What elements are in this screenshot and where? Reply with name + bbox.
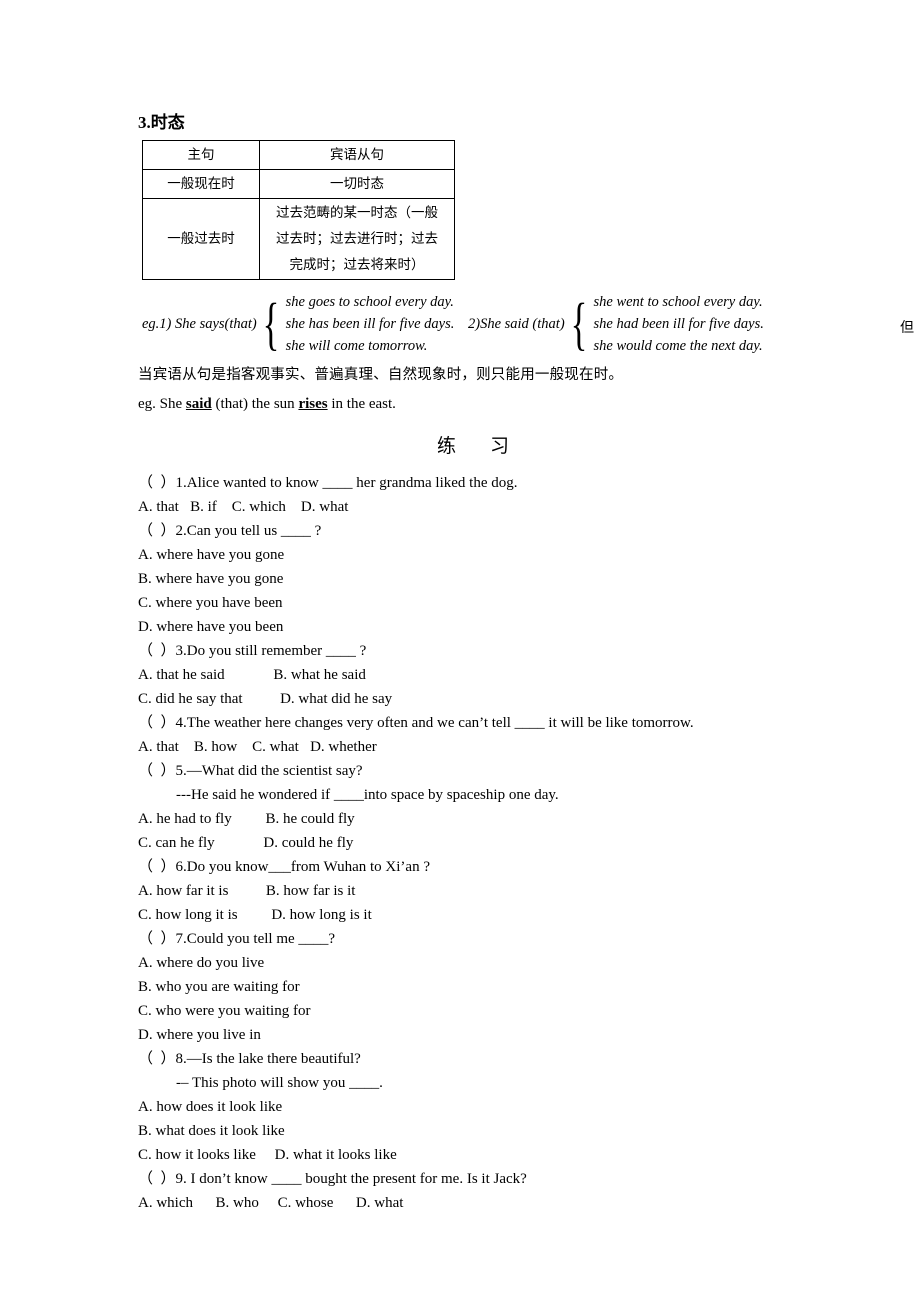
- note-english-middle: (that) the sun: [211, 396, 299, 412]
- example-item: she has been ill for five days.: [285, 316, 455, 332]
- question-options: C. where you have been: [138, 595, 283, 611]
- table-cell-main-past: 一般过去时: [142, 198, 260, 280]
- example-lead-past: 2)She said (that): [468, 315, 565, 332]
- example-item: she goes to school every day.: [285, 294, 454, 310]
- table-row: 一般现在时 一切时态: [142, 169, 455, 199]
- note-chinese: 当宾语从句是指客观事实、普遍真理、自然现象时，则只能用一般现在时。: [138, 367, 624, 383]
- question-options: C. how it looks like D. what it looks li…: [138, 1147, 397, 1163]
- example-sentences-row: eg.1) She says(that) { she goes to schoo…: [138, 291, 914, 357]
- question-substem: ---He said he wondered if ____into space…: [176, 787, 559, 803]
- question-options: C. how long it is D. how long is it: [138, 907, 372, 923]
- question-options: A. which B. who C. whose D. what: [138, 1195, 404, 1211]
- question-stem: （ ）5.—What did the scientist say?: [138, 763, 363, 779]
- question-substem: -– This photo will show you ____.: [176, 1075, 383, 1091]
- question-options: C. did he say that D. what did he say: [138, 691, 393, 707]
- example-items-past: she went to school every day. she had be…: [594, 291, 764, 357]
- question-options: A. that he said B. what he said: [138, 667, 366, 683]
- trailing-character: 但: [900, 320, 914, 336]
- note-english: eg. She said (that) the sun rises in the…: [138, 392, 838, 417]
- question-stem: （ ）2.Can you tell us ____ ?: [138, 523, 322, 539]
- note-english-suffix: in the east.: [327, 396, 396, 412]
- question-options: D. where have you been: [138, 619, 284, 635]
- question-list: （ ）1.Alice wanted to know ____ her grand…: [138, 471, 838, 1215]
- table-header-object-clause: 宾语从句: [259, 140, 455, 170]
- table-header-row: 主句 宾语从句: [142, 140, 455, 170]
- table-cell-line: 完成时；过去将来时）: [289, 257, 425, 272]
- document-content: 3.时态 主句 宾语从句 一般现在时 一切时态 一般过去时 过去范畴的某一时态（…: [138, 112, 914, 1215]
- exercise-title-left: 练: [436, 435, 456, 457]
- question-options: C. can he fly D. could he fly: [138, 835, 354, 851]
- question-stem: （ ）3.Do you still remember ____ ?: [138, 643, 367, 659]
- table-cell-line: 过去时；过去进行时；过去: [276, 231, 438, 246]
- question-options: A. where do you live: [138, 955, 265, 971]
- question-stem: （ ）4.The weather here changes very often…: [138, 715, 694, 731]
- question-options: B. what does it look like: [138, 1123, 285, 1139]
- question-options: A. that B. if C. which D. what: [138, 499, 349, 515]
- question-stem: （ ）7.Could you tell me ____?: [138, 931, 336, 947]
- table-row: 一般过去时 过去范畴的某一时态（一般 过去时；过去进行时；过去 完成时；过去将来…: [142, 198, 455, 280]
- section-heading: 3.时态: [138, 113, 185, 132]
- question-options: A. where have you gone: [138, 547, 285, 563]
- example-lead-present: eg.1) She says(that): [142, 315, 257, 332]
- tense-table: 主句 宾语从句 一般现在时 一切时态 一般过去时 过去范畴的某一时态（一般 过去…: [142, 140, 455, 280]
- question-stem: （ ）8.—Is the lake there beautiful?: [138, 1051, 361, 1067]
- exercise-title-right: 习: [490, 435, 510, 457]
- exercise-heading: 练习: [138, 431, 838, 461]
- example-group-past: 2)She said (that) { she went to school e…: [468, 291, 764, 357]
- question-options: A. that B. how C. what D. whether: [138, 739, 377, 755]
- example-group-present: eg.1) She says(that) { she goes to schoo…: [142, 291, 455, 357]
- table-cell-sub-past: 过去范畴的某一时态（一般 过去时；过去进行时；过去 完成时；过去将来时）: [259, 198, 455, 280]
- question-stem: （ ）9. I don’t know ____ bought the prese…: [138, 1171, 527, 1187]
- example-items-present: she goes to school every day. she has be…: [286, 291, 455, 357]
- question-options: A. how does it look like: [138, 1099, 283, 1115]
- question-options: A. how far it is B. how far is it: [138, 883, 356, 899]
- note-english-prefix: eg. She: [138, 396, 186, 412]
- example-item: she went to school every day.: [593, 294, 763, 310]
- table-cell-line: 过去范畴的某一时态（一般: [276, 205, 438, 220]
- example-item: she would come the next day.: [593, 338, 763, 354]
- table-header-main-clause: 主句: [142, 140, 260, 170]
- question-options: B. who you are waiting for: [138, 979, 300, 995]
- note-english-emphasis-said: said: [185, 396, 212, 412]
- question-stem: （ ）1.Alice wanted to know ____ her grand…: [138, 475, 518, 491]
- question-options: C. who were you waiting for: [138, 1003, 311, 1019]
- example-item: she will come tomorrow.: [285, 338, 428, 354]
- question-stem: （ ）6.Do you know___from Wuhan to Xi’an ?: [138, 859, 430, 875]
- question-options: D. where you live in: [138, 1027, 261, 1043]
- table-cell-main-present: 一般现在时: [142, 169, 260, 199]
- note-english-emphasis-rises: rises: [298, 396, 328, 412]
- question-options: B. where have you gone: [138, 571, 284, 587]
- document-page: 3.时态 主句 宾语从句 一般现在时 一切时态 一般过去时 过去范畴的某一时态（…: [0, 0, 920, 1302]
- example-item: she had been ill for five days.: [593, 316, 764, 332]
- table-cell-sub-present: 一切时态: [259, 169, 455, 199]
- question-options: A. he had to fly B. he could fly: [138, 811, 355, 827]
